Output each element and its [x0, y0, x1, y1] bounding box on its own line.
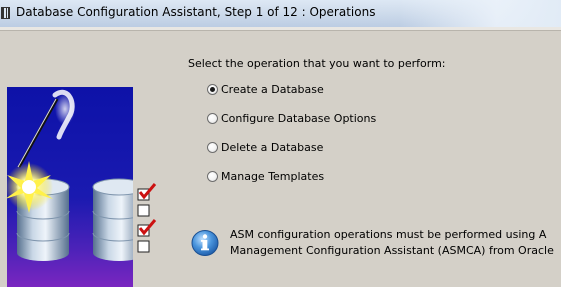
checklist-icon: [137, 183, 157, 253]
dbca-window: Database Configuration Assistant, Step 1…: [0, 0, 561, 287]
info-line-2: Management Configuration Assistant (ASMC…: [230, 244, 554, 257]
radio-button[interactable]: [207, 113, 218, 124]
info-line-1: ASM configuration operations must be per…: [230, 228, 547, 241]
operation-prompt: Select the operation that you want to pe…: [188, 57, 446, 70]
radio-label: Create a Database: [221, 83, 324, 96]
title-bar[interactable]: Database Configuration Assistant, Step 1…: [0, 0, 561, 28]
title-bar-glow: [400, 0, 561, 27]
window-title: Database Configuration Assistant, Step 1…: [16, 5, 376, 19]
radio-label: Configure Database Options: [221, 112, 377, 125]
radio-button[interactable]: [207, 84, 218, 95]
application-icon: [1, 7, 10, 19]
asm-info-message: ASM configuration operations must be per…: [230, 227, 554, 259]
title-separator: [0, 27, 561, 31]
radio-button[interactable]: [207, 142, 218, 153]
radio-button[interactable]: [207, 171, 218, 182]
database-wizard-graphic: [7, 87, 133, 287]
radio-label: Manage Templates: [221, 170, 325, 183]
radio-label: Delete a Database: [221, 141, 324, 154]
info-icon: [191, 230, 219, 256]
